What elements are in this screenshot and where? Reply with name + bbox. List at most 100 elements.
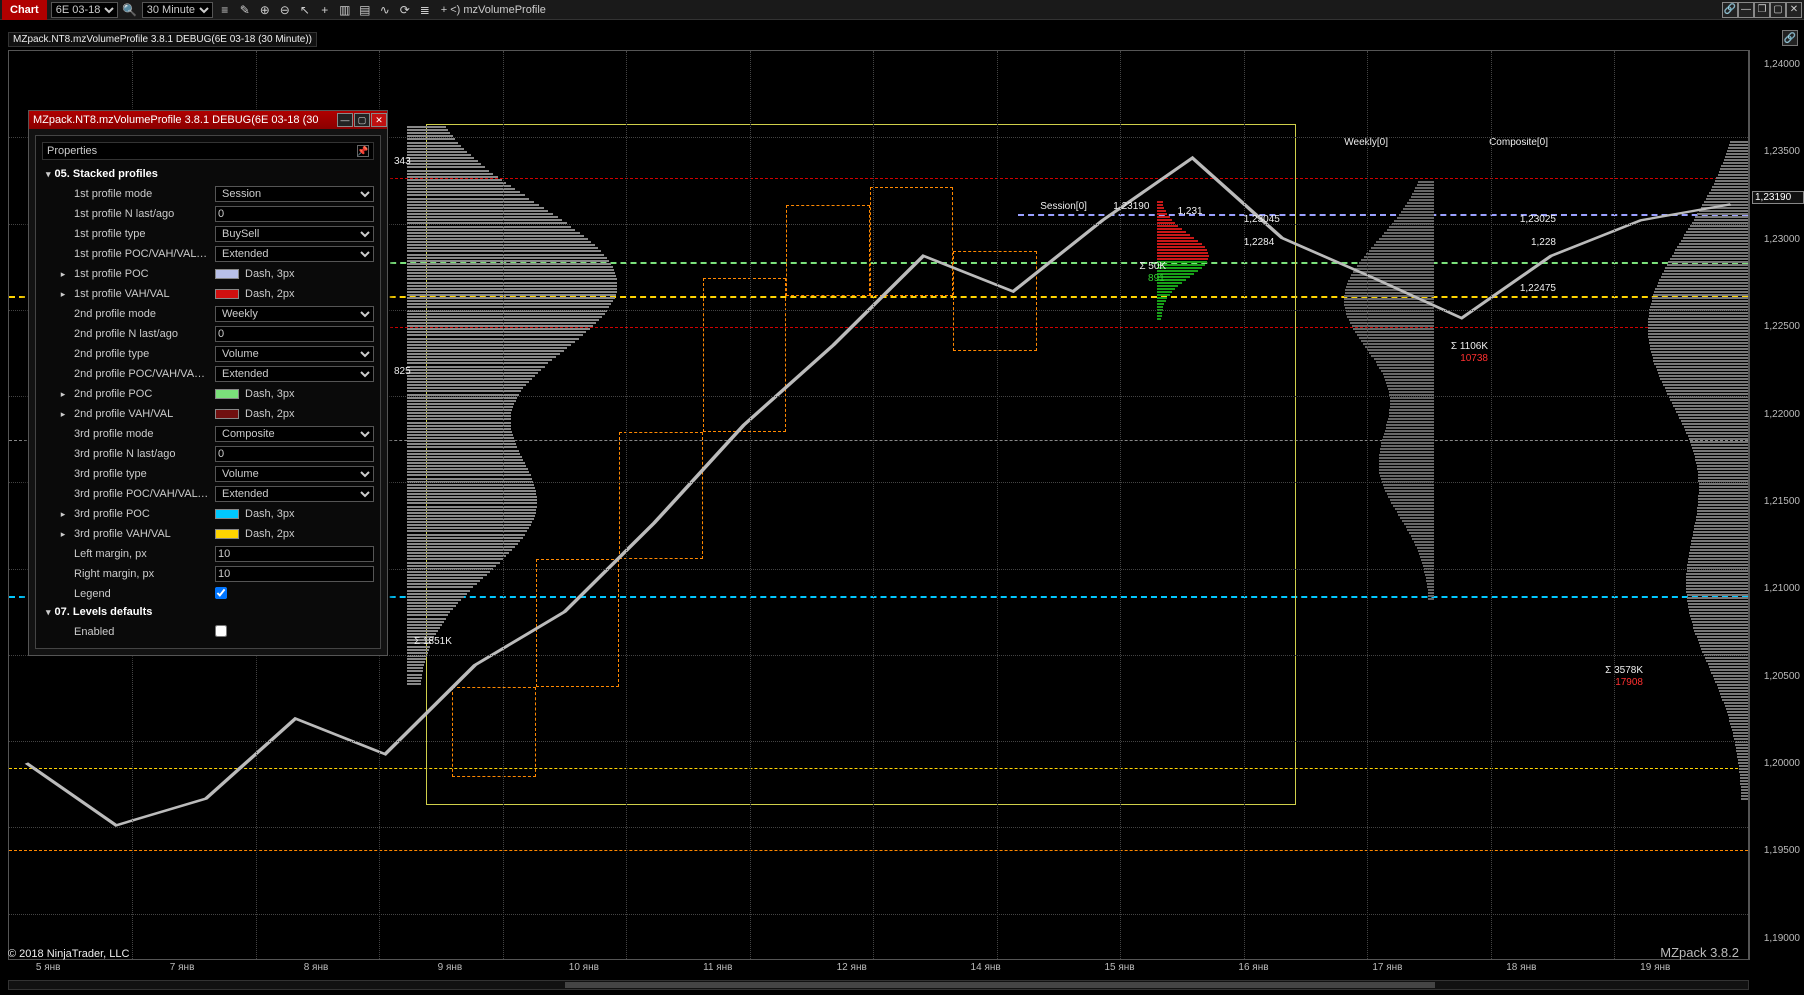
lbl-p3-vah[interactable]: 3rd profile VAH/VAL bbox=[74, 528, 209, 540]
lbl-right-margin: Right margin, px bbox=[74, 568, 209, 580]
panel-toggle-icon[interactable]: ▥ bbox=[337, 2, 353, 18]
sel-p2-ext[interactable]: Extended bbox=[215, 366, 374, 382]
left-tick-a: 343 bbox=[394, 156, 411, 167]
lbl-p3-mode: 3rd profile mode bbox=[74, 428, 209, 440]
label-weekly: Weekly[0] bbox=[1344, 137, 1388, 148]
inp-p1-n[interactable] bbox=[215, 206, 374, 222]
main-toolbar: Chart 6E 03-18 🔍 30 Minute ≡ ✎ ⊕ ⊖ ↖ + ▥… bbox=[0, 0, 1804, 20]
draw-icon[interactable]: ✎ bbox=[237, 2, 253, 18]
horizontal-scrollbar[interactable] bbox=[8, 980, 1749, 990]
label-p1: 1,231 bbox=[1178, 206, 1203, 217]
sel-p2-mode[interactable]: Weekly bbox=[215, 306, 374, 322]
lbl-p1-vah[interactable]: 1st profile VAH/VAL bbox=[74, 288, 209, 300]
toolbar-title: Chart bbox=[2, 0, 47, 20]
swatch-p1-vah[interactable] bbox=[215, 289, 239, 299]
zoom-out-icon[interactable]: ⊖ bbox=[277, 2, 293, 18]
lbl-p1-type: 1st profile type bbox=[74, 228, 209, 240]
timeframe-select[interactable]: 30 Minute bbox=[142, 2, 213, 18]
lbl-legend: Legend bbox=[74, 588, 209, 600]
lbl-p2-type: 2nd profile type bbox=[74, 348, 209, 360]
minimize-icon[interactable]: — bbox=[1738, 2, 1754, 18]
inp-p3-n[interactable] bbox=[215, 446, 374, 462]
close-icon[interactable]: ✕ bbox=[1786, 2, 1802, 18]
instrument-select[interactable]: 6E 03-18 bbox=[51, 2, 118, 18]
properties-panel: MZpack.NT8.mzVolumeProfile 3.8.1 DEBUG(6… bbox=[28, 110, 388, 656]
sigma-weekly-delta: 10738 bbox=[1460, 353, 1488, 364]
crosshair-icon[interactable]: + bbox=[317, 2, 333, 18]
group-levels-defaults[interactable]: ▾07. Levels defaults bbox=[42, 604, 374, 622]
cursor-icon[interactable]: ↖ bbox=[297, 2, 313, 18]
data-series-icon[interactable]: ▤ bbox=[357, 2, 373, 18]
inp-left-margin[interactable] bbox=[215, 546, 374, 562]
chk-enabled[interactable] bbox=[215, 625, 227, 637]
lbl-p2-poc[interactable]: 2nd profile POC bbox=[74, 388, 209, 400]
restore-icon[interactable]: ❐ bbox=[1754, 2, 1770, 18]
lbl-p1-ext: 1st profile POC/VAH/VAL m... bbox=[74, 248, 209, 260]
lbl-p1-n: 1st profile N last/ago bbox=[74, 208, 209, 220]
indicators-icon[interactable]: ≡ bbox=[217, 2, 233, 18]
label-composite: Composite[0] bbox=[1489, 137, 1548, 148]
link-icon[interactable]: 🔗 bbox=[1722, 2, 1738, 18]
sigma-left: Σ 1851K bbox=[414, 636, 452, 647]
chk-legend[interactable] bbox=[215, 587, 227, 599]
swatch-p1-poc[interactable] bbox=[215, 269, 239, 279]
sel-p1-type[interactable]: BuySell bbox=[215, 226, 374, 242]
lbl-p2-n: 2nd profile N last/ago bbox=[74, 328, 209, 340]
sigma-session: Σ 50K bbox=[1139, 261, 1166, 272]
zoom-in-icon[interactable]: ⊕ bbox=[257, 2, 273, 18]
group-stacked-profiles[interactable]: ▾05. Stacked profiles bbox=[42, 166, 374, 184]
swatch-p2-vah[interactable] bbox=[215, 409, 239, 419]
chart-header-strip: MZpack.NT8.mzVolumeProfile 3.8.1 DEBUG(6… bbox=[8, 32, 317, 47]
swatch-p2-poc[interactable] bbox=[215, 389, 239, 399]
copyright: © 2018 NinjaTrader, LLC bbox=[8, 948, 129, 960]
pin-icon[interactable]: 📌 bbox=[357, 145, 369, 157]
panel-title: MZpack.NT8.mzVolumeProfile 3.8.1 DEBUG(6… bbox=[33, 114, 319, 126]
lbl-p3-ext: 3rd profile POC/VAH/VAL m... bbox=[74, 488, 209, 500]
sel-p3-mode[interactable]: Composite bbox=[215, 426, 374, 442]
lbl-p2-mode: 2nd profile mode bbox=[74, 308, 209, 320]
brand-label: MZpack 3.8.2 bbox=[1660, 945, 1739, 960]
sel-p3-ext[interactable]: Extended bbox=[215, 486, 374, 502]
lbl-p2-vah[interactable]: 2nd profile VAH/VAL bbox=[74, 408, 209, 420]
label-p5: 1,228 bbox=[1531, 237, 1556, 248]
options-icon[interactable]: ≣ bbox=[417, 2, 433, 18]
price-axis[interactable]: 1,240001,235001,230001,225001,220001,215… bbox=[1749, 50, 1804, 960]
label-p6: 1,22475 bbox=[1520, 283, 1556, 294]
sigma-composite-delta: 17908 bbox=[1615, 677, 1643, 688]
sel-p2-type[interactable]: Volume bbox=[215, 346, 374, 362]
lbl-enabled: Enabled bbox=[74, 626, 209, 638]
refresh-icon[interactable]: ⟳ bbox=[397, 2, 413, 18]
panel-maximize-icon[interactable]: ▢ bbox=[354, 113, 370, 127]
link-badge-icon[interactable]: 🔗 bbox=[1782, 30, 1798, 46]
lbl-p3-poc[interactable]: 3rd profile POC bbox=[74, 508, 209, 520]
time-axis[interactable]: 5 янв7 янв8 янв9 янв10 янв11 янв12 янв14… bbox=[8, 962, 1749, 982]
swatch-p3-poc[interactable] bbox=[215, 509, 239, 519]
panel-close-icon[interactable]: ✕ bbox=[371, 113, 387, 127]
label-p4: 1,2284 bbox=[1244, 237, 1275, 248]
inp-p2-n[interactable] bbox=[215, 326, 374, 342]
sel-p3-type[interactable]: Volume bbox=[215, 466, 374, 482]
toolbar-indicator-label: + <) mzVolumeProfile bbox=[441, 4, 546, 16]
label-session-price: 1,23190 bbox=[1113, 201, 1149, 212]
swatch-p3-vah[interactable] bbox=[215, 529, 239, 539]
left-tick-b: 825 bbox=[394, 366, 411, 377]
strategy-icon[interactable]: ∿ bbox=[377, 2, 393, 18]
search-icon[interactable]: 🔍 bbox=[122, 2, 138, 18]
inp-right-margin[interactable] bbox=[215, 566, 374, 582]
lbl-p1-poc[interactable]: 1st profile POC bbox=[74, 268, 209, 280]
panel-section-header: Properties 📌 bbox=[42, 142, 374, 160]
panel-titlebar[interactable]: MZpack.NT8.mzVolumeProfile 3.8.1 DEBUG(6… bbox=[29, 111, 387, 129]
lbl-p2-ext: 2nd profile POC/VAH/VAL... bbox=[74, 368, 209, 380]
lbl-p3-type: 3rd profile type bbox=[74, 468, 209, 480]
sel-p1-ext[interactable]: Extended bbox=[215, 246, 374, 262]
panel-minimize-icon[interactable]: — bbox=[337, 113, 353, 127]
panel-section-label: Properties bbox=[47, 145, 97, 157]
lbl-p3-n: 3rd profile N last/ago bbox=[74, 448, 209, 460]
properties-tree: ▾05. Stacked profiles 1st profile mode Se… bbox=[42, 166, 374, 642]
maximize-icon[interactable]: ▢ bbox=[1770, 2, 1786, 18]
scrollbar-thumb[interactable] bbox=[565, 982, 1435, 988]
sigma-session-delta: 891 bbox=[1148, 273, 1165, 284]
label-session: Session[0] bbox=[1040, 201, 1087, 212]
sel-p1-mode[interactable]: Session bbox=[215, 186, 374, 202]
lbl-p1-mode: 1st profile mode bbox=[74, 188, 209, 200]
